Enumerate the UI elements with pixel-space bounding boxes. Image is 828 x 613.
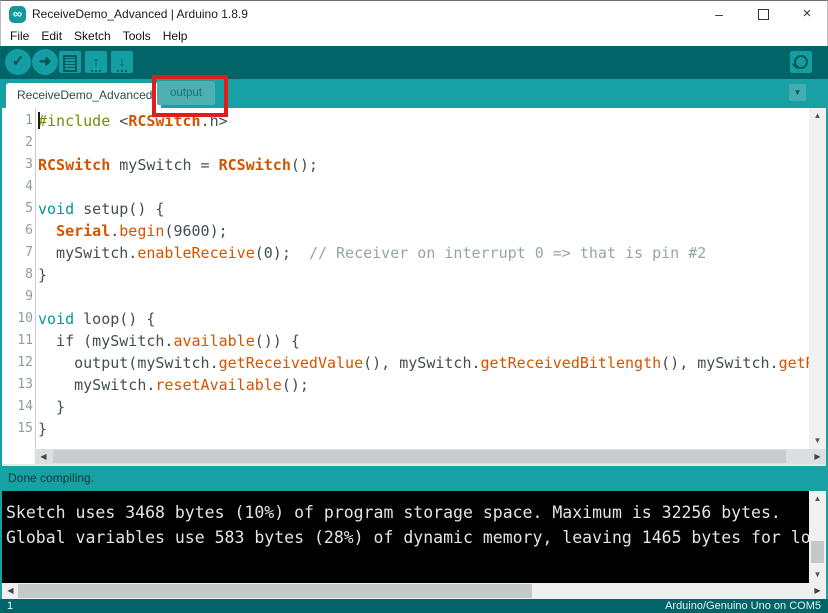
scroll-right-icon[interactable]: ▶ (809, 583, 826, 598)
code-area[interactable]: #include <RCSwitch.h>RCSwitch mySwitch =… (38, 110, 809, 440)
status-notice-bar: Done compiling. (0, 466, 828, 491)
menu-edit[interactable]: Edit (35, 27, 68, 46)
line-number: 15 (2, 418, 33, 440)
magnifier-icon (794, 55, 808, 69)
scroll-right-icon[interactable]: ▶ (809, 449, 826, 464)
document-icon (63, 55, 77, 72)
line-number: 12 (2, 352, 33, 374)
code-line-9[interactable] (38, 286, 809, 308)
line-number: 8 (2, 264, 33, 286)
line-number: 14 (2, 396, 33, 418)
text-caret (38, 112, 40, 129)
tab-receivedemo-advanced[interactable]: ReceiveDemo_Advanced § (6, 83, 161, 108)
code-line-10[interactable]: void loop() { (38, 308, 809, 330)
line-number: 11 (2, 330, 33, 352)
scrollbar-thumb[interactable] (811, 541, 824, 563)
line-number: 6 (2, 220, 33, 242)
line-number: 3 (2, 154, 33, 176)
menu-bar: FileEditSketchToolsHelp (0, 27, 828, 46)
tab-bar: ReceiveDemo_Advanced § output ▼ (0, 79, 828, 108)
code-line-2[interactable] (38, 132, 809, 154)
line-number: 1 (2, 110, 33, 132)
status-message: Done compiling. (8, 471, 94, 485)
window-title: ReceiveDemo_Advanced | Arduino 1.8.9 (32, 7, 248, 21)
minimize-button[interactable]: – (697, 1, 741, 28)
red-annotation-box (152, 75, 228, 117)
console-vertical-scrollbar[interactable]: ▲ ▼ (809, 491, 826, 583)
console-line: Global variables use 583 bytes (28%) of … (6, 525, 809, 550)
scroll-left-icon[interactable]: ◀ (35, 449, 52, 464)
upload-button[interactable]: ➜ (32, 49, 58, 75)
gutter-separator (35, 108, 36, 449)
menu-sketch[interactable]: Sketch (68, 27, 117, 46)
scrollbar-track[interactable]: ◀ ▶ (35, 449, 826, 464)
code-line-14[interactable]: } (38, 396, 809, 418)
code-line-8[interactable]: } (38, 264, 809, 286)
arduino-logo-icon: ∞ (9, 6, 26, 23)
new-sketch-button[interactable] (59, 51, 81, 73)
open-button[interactable]: ↑ (85, 51, 107, 73)
code-line-3[interactable]: RCSwitch mySwitch = RCSwitch(); (38, 154, 809, 176)
line-number: 9 (2, 286, 33, 308)
board-port-indicator: Arduino/Genuino Uno on COM5 (665, 599, 821, 613)
code-line-12[interactable]: output(mySwitch.getReceivedValue(), mySw… (38, 352, 809, 374)
cursor-line-indicator: 1 (7, 599, 13, 613)
line-number: 5 (2, 198, 33, 220)
scroll-down-icon[interactable]: ▼ (809, 567, 826, 583)
open-icon: ↑ (91, 54, 102, 72)
code-line-6[interactable]: Serial.begin(9600); (38, 220, 809, 242)
scroll-left-icon[interactable]: ◀ (2, 583, 19, 598)
line-number: 7 (2, 242, 33, 264)
menu-help[interactable]: Help (157, 27, 194, 46)
scroll-up-icon[interactable]: ▲ (809, 108, 826, 124)
arduino-ide-window: { "window": { "title": "ReceiveDemo_Adva… (0, 0, 828, 613)
serial-monitor-button[interactable] (790, 51, 812, 73)
editor-vertical-scrollbar[interactable]: ▲ ▼ (809, 108, 826, 449)
code-line-13[interactable]: mySwitch.resetAvailable(); (38, 374, 809, 396)
scrollbar-thumb[interactable] (18, 584, 532, 598)
code-line-15[interactable]: } (38, 418, 809, 440)
line-number-gutter: 123456789101112131415 (2, 110, 33, 440)
line-number: 10 (2, 308, 33, 330)
code-line-5[interactable]: void setup() { (38, 198, 809, 220)
verify-button[interactable]: ✓ (5, 49, 31, 75)
title-bar: ∞ ReceiveDemo_Advanced | Arduino 1.8.9 –… (0, 0, 828, 27)
scrollbar-thumb[interactable] (53, 450, 786, 463)
code-line-7[interactable]: mySwitch.enableReceive(0); // Receiver o… (38, 242, 809, 264)
bottom-status-bar: 1 Arduino/Genuino Uno on COM5 (0, 599, 828, 613)
console-horizontal-scrollbar[interactable]: ◀ ▶ (2, 583, 826, 599)
scroll-down-icon[interactable]: ▼ (809, 433, 826, 449)
line-number: 4 (2, 176, 33, 198)
build-console[interactable]: Sketch uses 3468 bytes (10%) of program … (2, 491, 809, 583)
maximize-icon (758, 9, 769, 20)
menu-file[interactable]: File (4, 27, 35, 46)
console-line: Sketch uses 3468 bytes (10%) of program … (6, 500, 809, 525)
tab-list-dropdown-button[interactable]: ▼ (789, 84, 806, 101)
close-button[interactable]: × (785, 1, 828, 28)
code-line-11[interactable]: if (mySwitch.available()) { (38, 330, 809, 352)
save-button[interactable]: ↓ (111, 51, 133, 73)
toolbar: ✓ ➜ ↑ ↓ (0, 46, 828, 79)
line-number: 13 (2, 374, 33, 396)
save-icon: ↓ (117, 54, 128, 72)
editor-horizontal-scrollbar[interactable]: ◀ ▶ (2, 449, 826, 464)
menu-tools[interactable]: Tools (117, 27, 157, 46)
scrollbar-track[interactable]: ◀ ▶ (2, 583, 826, 599)
maximize-button[interactable] (741, 1, 785, 28)
line-number: 2 (2, 132, 33, 154)
code-line-4[interactable] (38, 176, 809, 198)
scroll-up-icon[interactable]: ▲ (809, 491, 826, 507)
code-editor[interactable]: 123456789101112131415 #include <RCSwitch… (2, 108, 809, 449)
